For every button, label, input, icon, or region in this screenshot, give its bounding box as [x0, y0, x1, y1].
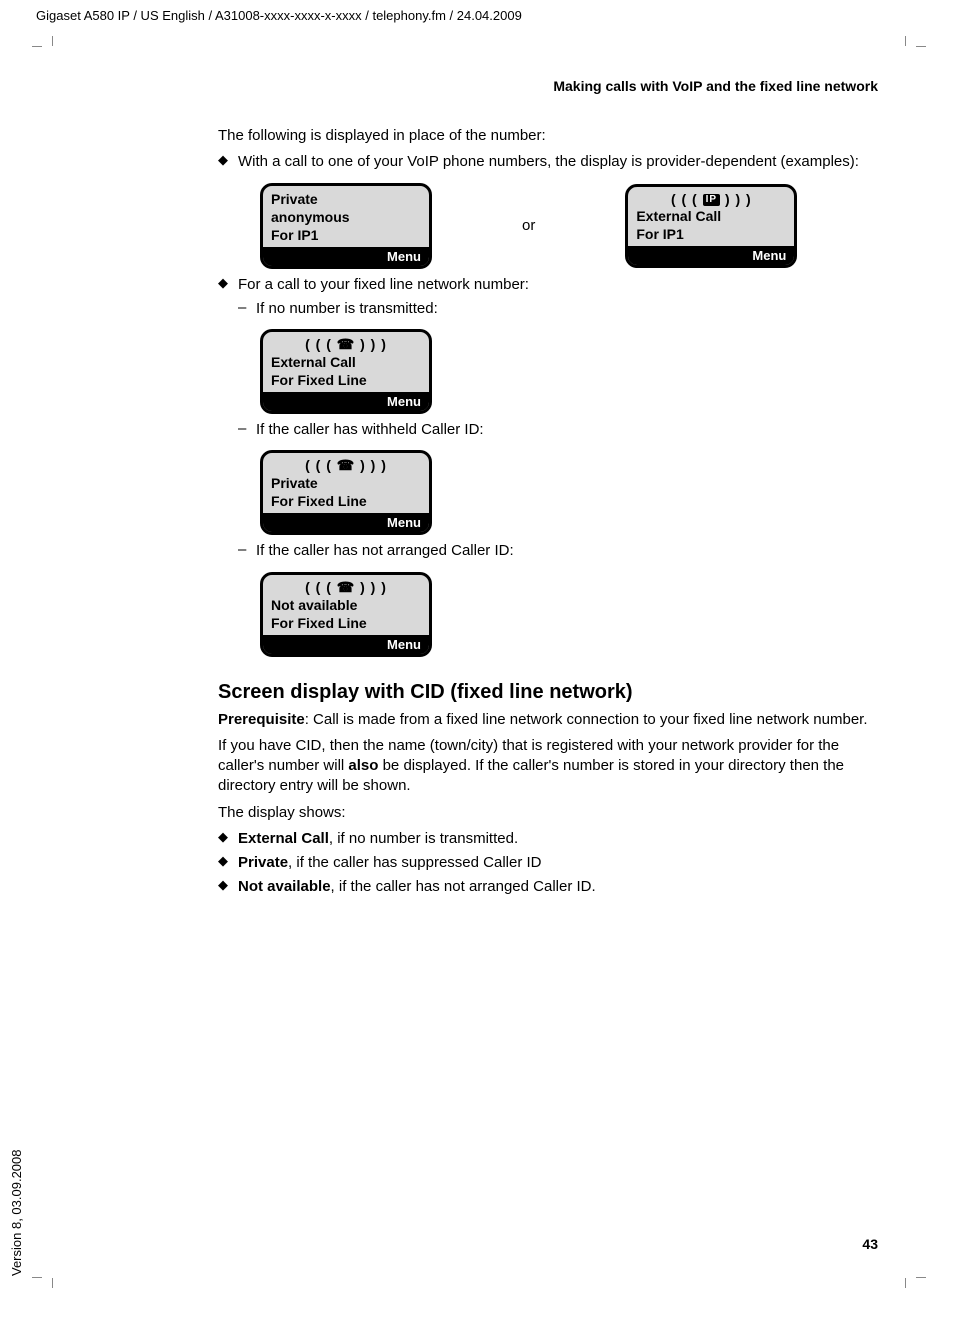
main-content: The following is displayed in place of t… — [218, 120, 878, 902]
screen-line: anonymous — [271, 209, 421, 225]
screen-menu-label: Menu — [263, 392, 429, 411]
doc-path-header: Gigaset A580 IP / US English / A31008-xx… — [36, 8, 522, 23]
shows-rest: , if no number is transmitted. — [329, 830, 518, 847]
bullet-item: ◆ Private, if the caller has suppressed … — [218, 853, 878, 873]
screen-line: Private — [271, 475, 421, 491]
dash-item: – If no number is transmitted: — [238, 299, 878, 319]
screen-line: For IP1 — [636, 226, 786, 242]
bullet-item: ◆ Not available, if the caller has not a… — [218, 877, 878, 897]
shows-rest: , if the caller has not arranged Caller … — [331, 878, 596, 895]
screen-line: For Fixed Line — [271, 372, 421, 388]
phone-icon: ☎ — [337, 457, 355, 473]
ring-right: ) ) ) — [725, 191, 752, 207]
or-separator: or — [522, 217, 535, 234]
screen-line: External Call — [636, 208, 786, 224]
ring-indicator: ( ( ( ☎ ) ) ) — [271, 336, 421, 353]
shows-bold: Private — [238, 854, 288, 871]
phone-screen-fixed-external: ( ( ( ☎ ) ) ) External Call For Fixed Li… — [260, 329, 432, 414]
dash-icon: – — [238, 541, 256, 558]
dash-text: If the caller has withheld Caller ID: — [256, 420, 878, 440]
prereq-body: : Call is made from a fixed line network… — [305, 711, 868, 728]
crop-mark — [916, 1277, 926, 1278]
bullet-text: External Call, if no number is transmitt… — [238, 829, 878, 849]
dash-icon: – — [238, 299, 256, 316]
screen-line: For Fixed Line — [271, 615, 421, 631]
phone-icon: ☎ — [337, 579, 355, 595]
cid-text-bold: also — [348, 757, 378, 774]
crop-mark — [905, 1278, 906, 1288]
bullet-item: ◆ For a call to your fixed line network … — [218, 275, 878, 295]
ring-right: ) ) ) — [360, 457, 387, 473]
dash-item: – If the caller has not arranged Caller … — [238, 541, 878, 561]
crop-mark — [916, 46, 926, 47]
screen-menu-label: Menu — [263, 247, 429, 266]
bullet-text: For a call to your fixed line network nu… — [238, 275, 878, 295]
crop-mark — [905, 36, 906, 46]
prerequisite-text: Prerequisite: Call is made from a fixed … — [218, 710, 878, 730]
dash-text: If the caller has not arranged Caller ID… — [256, 541, 878, 561]
dash-icon: – — [238, 420, 256, 437]
screens-row: Private anonymous For IP1 Menu or ( ( ( … — [260, 183, 878, 269]
shows-rest: , if the caller has suppressed Caller ID — [288, 854, 541, 871]
screen-line: Private — [271, 191, 421, 207]
screen-menu-label: Menu — [263, 635, 429, 654]
running-head: Making calls with VoIP and the fixed lin… — [553, 78, 878, 94]
ring-indicator: ( ( ( ☎ ) ) ) — [271, 579, 421, 596]
phone-screen-fixed-private: ( ( ( ☎ ) ) ) Private For Fixed Line Men… — [260, 450, 432, 535]
screen-menu-label: Menu — [628, 246, 794, 265]
crop-mark — [52, 1278, 53, 1288]
screen-line: External Call — [271, 354, 421, 370]
crop-mark — [32, 1277, 42, 1278]
bullet-item: ◆ With a call to one of your VoIP phone … — [218, 152, 878, 172]
phone-icon: ☎ — [337, 336, 355, 352]
screen-line: For Fixed Line — [271, 493, 421, 509]
ring-indicator: ( ( ( IP ) ) ) — [636, 191, 786, 207]
screen-menu-label: Menu — [263, 513, 429, 532]
shows-intro: The display shows: — [218, 803, 878, 823]
intro-text: The following is displayed in place of t… — [218, 126, 878, 146]
ring-left: ( ( ( — [305, 336, 332, 352]
phone-screen-voip-private: Private anonymous For IP1 Menu — [260, 183, 432, 269]
shows-bold: External Call — [238, 830, 329, 847]
section-heading: Screen display with CID (fixed line netw… — [218, 681, 878, 704]
ring-left: ( ( ( — [671, 191, 698, 207]
ring-indicator: ( ( ( ☎ ) ) ) — [271, 457, 421, 474]
version-footer: Version 8, 03.09.2008 — [9, 1150, 24, 1277]
phone-screen-voip-external: ( ( ( IP ) ) ) External Call For IP1 Men… — [625, 184, 797, 268]
bullet-icon: ◆ — [218, 877, 238, 893]
bullet-icon: ◆ — [218, 152, 238, 168]
ring-right: ) ) ) — [360, 579, 387, 595]
shows-bold: Not available — [238, 878, 331, 895]
ring-left: ( ( ( — [305, 579, 332, 595]
bullet-text: With a call to one of your VoIP phone nu… — [238, 152, 878, 172]
ring-left: ( ( ( — [305, 457, 332, 473]
phone-screen-fixed-notavail: ( ( ( ☎ ) ) ) Not available For Fixed Li… — [260, 572, 432, 657]
bullet-icon: ◆ — [218, 853, 238, 869]
ip-icon: IP — [703, 194, 720, 206]
screen-line: Not available — [271, 597, 421, 613]
bullet-item: ◆ External Call, if no number is transmi… — [218, 829, 878, 849]
page-number: 43 — [862, 1236, 878, 1252]
bullet-text: Private, if the caller has suppressed Ca… — [238, 853, 878, 873]
dash-item: – If the caller has withheld Caller ID: — [238, 420, 878, 440]
cid-paragraph: If you have CID, then the name (town/cit… — [218, 736, 878, 797]
crop-mark — [32, 46, 42, 47]
ring-right: ) ) ) — [360, 336, 387, 352]
screen-line: For IP1 — [271, 227, 421, 243]
dash-text: If no number is transmitted: — [256, 299, 878, 319]
prereq-label: Prerequisite — [218, 711, 305, 728]
bullet-text: Not available, if the caller has not arr… — [238, 877, 878, 897]
bullet-icon: ◆ — [218, 829, 238, 845]
bullet-icon: ◆ — [218, 275, 238, 291]
crop-mark — [52, 36, 53, 46]
